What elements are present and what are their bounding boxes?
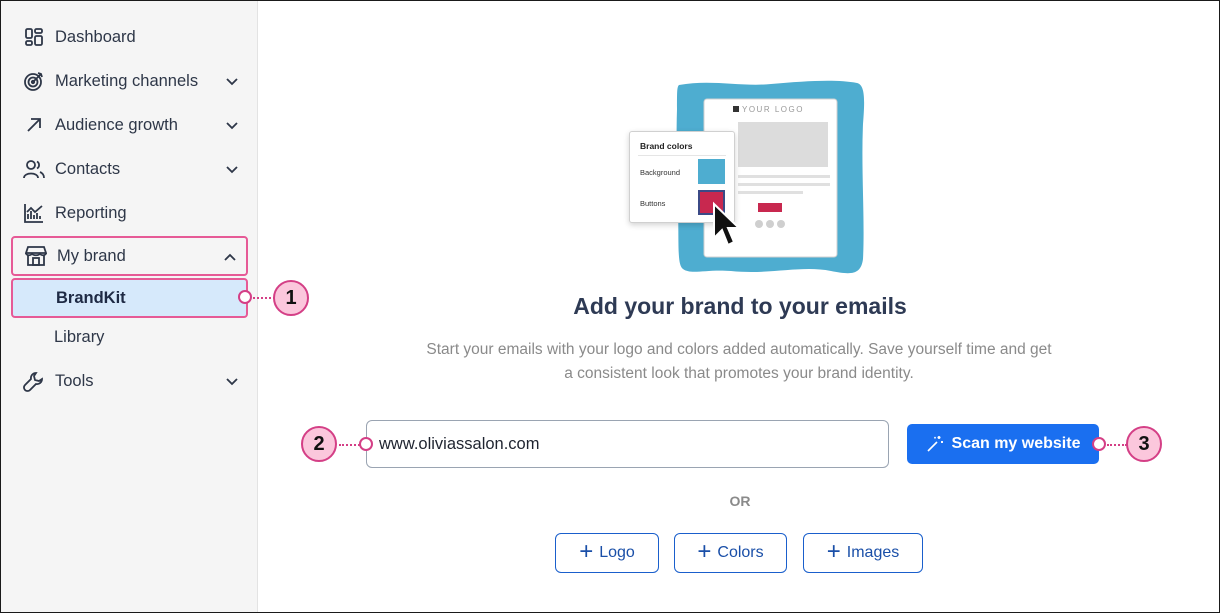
website-url-input[interactable] — [366, 420, 889, 468]
people-icon — [23, 158, 45, 180]
sidebar: Dashboard Marketing channels Audience gr… — [1, 1, 258, 612]
or-divider: OR — [729, 493, 751, 509]
add-logo-label: Logo — [599, 544, 635, 561]
callout-dot — [238, 290, 252, 304]
add-logo-button[interactable]: + Logo — [555, 533, 659, 573]
buttons-label: Buttons — [640, 199, 666, 208]
callout-connector — [1107, 444, 1127, 446]
sidebar-item-label: Dashboard — [55, 27, 136, 46]
chevron-down-icon[interactable] — [224, 73, 240, 89]
dashboard-icon — [23, 26, 45, 48]
chevron-down-icon[interactable] — [224, 161, 240, 177]
cursor-icon — [713, 201, 742, 247]
chevron-up-icon[interactable] — [222, 250, 238, 266]
callout-dot — [359, 437, 373, 451]
plus-icon: + — [697, 538, 712, 565]
sidebar-item-label: Audience growth — [55, 115, 178, 134]
callout-3: 3 — [1126, 426, 1162, 462]
add-images-label: Images — [846, 544, 900, 561]
sidebar-item-dashboard[interactable]: Dashboard — [11, 17, 248, 57]
magic-wand-icon — [926, 436, 943, 452]
chart-icon — [23, 202, 45, 224]
plus-icon: + — [826, 538, 841, 565]
scan-website-button[interactable]: Scan my website — [907, 424, 1099, 464]
sidebar-item-label: Contacts — [55, 159, 121, 178]
target-icon — [23, 70, 45, 92]
app-window: Dashboard Marketing channels Audience gr… — [0, 0, 1220, 613]
sidebar-item-tools[interactable]: Tools — [11, 361, 248, 401]
scan-button-label: Scan my website — [951, 435, 1081, 452]
page-description: Start your emails with your logo and col… — [426, 341, 1052, 382]
sidebar-item-contacts[interactable]: Contacts — [11, 149, 248, 189]
sidebar-subitem-brandkit[interactable]: BrandKit — [11, 278, 248, 318]
add-colors-label: Colors — [717, 544, 764, 561]
sidebar-item-marketing-channels[interactable]: Marketing channels — [11, 61, 248, 101]
callout-dot — [1092, 437, 1106, 451]
sidebar-item-label: Marketing channels — [55, 71, 199, 90]
plus-icon: + — [579, 538, 594, 565]
sidebar-item-audience-growth[interactable]: Audience growth — [11, 105, 248, 145]
page-title: Add your brand to your emails — [573, 293, 907, 319]
wrench-icon — [23, 370, 45, 392]
sidebar-subitem-library[interactable]: Library — [11, 317, 248, 357]
storefront-icon — [25, 245, 47, 267]
sidebar-item-label: Tools — [55, 371, 94, 390]
background-label: Background — [640, 168, 681, 177]
sidebar-item-label: My brand — [57, 246, 126, 265]
chevron-down-icon[interactable] — [224, 373, 240, 389]
callout-2: 2 — [301, 426, 337, 462]
background-swatch — [698, 159, 725, 184]
add-colors-button[interactable]: + Colors — [674, 533, 787, 573]
card-divider — [638, 155, 726, 156]
sidebar-item-label: Reporting — [55, 203, 127, 222]
logo-text: YOUR LOGO — [742, 105, 804, 114]
chevron-down-icon[interactable] — [224, 117, 240, 133]
sidebar-item-reporting[interactable]: Reporting — [11, 193, 248, 233]
sidebar-item-my-brand[interactable]: My brand — [11, 236, 248, 276]
card-title: Brand colors — [640, 141, 693, 151]
add-images-button[interactable]: + Images — [803, 533, 923, 573]
arrow-up-right-icon — [23, 114, 45, 136]
